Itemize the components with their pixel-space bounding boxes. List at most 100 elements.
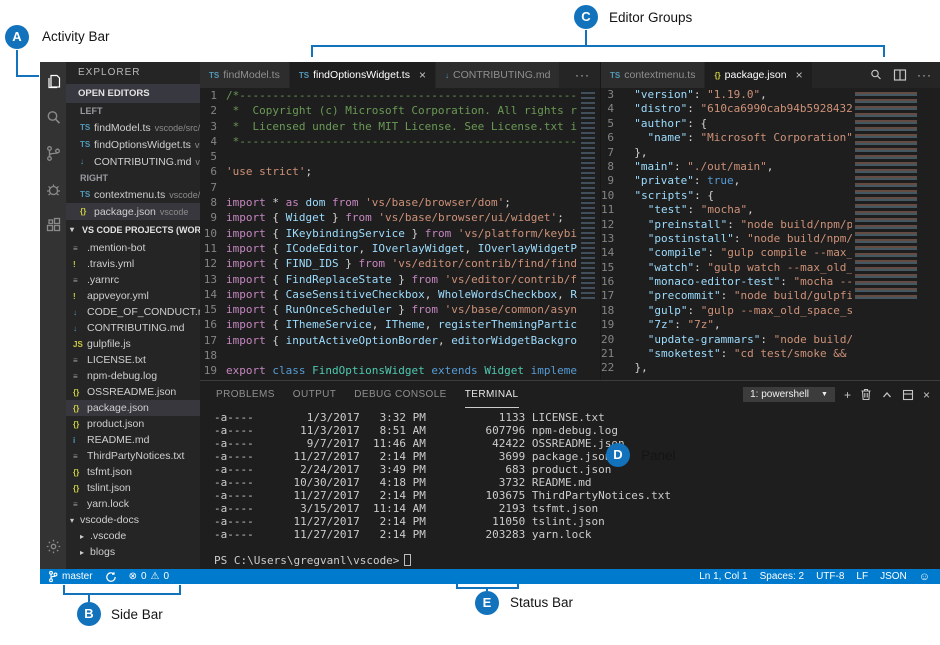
editor-tab[interactable]: TScontextmenu.ts [601, 62, 705, 88]
panel-tab-problems[interactable]: PROBLEMS [216, 382, 275, 408]
status-item[interactable]: Ln 1, Col 1 [699, 571, 747, 582]
file-item[interactable]: ≡LICENSE.txt [66, 352, 200, 368]
line-text: * Licensed under the MIT License. See Li… [226, 119, 577, 134]
file-name: yarn.lock [87, 498, 129, 510]
status-item[interactable]: UTF-8 [816, 571, 844, 582]
file-item[interactable]: ≡.yarnrc [66, 272, 200, 288]
code-token: } [392, 273, 412, 286]
file-item[interactable]: !.travis.yml [66, 256, 200, 272]
find-icon[interactable] [869, 68, 883, 82]
file-item[interactable]: TScontextmenu.tsvscode/src/... [66, 186, 200, 203]
code-editor-1[interactable]: 1/*-------------------------------------… [200, 88, 578, 380]
folder-item[interactable]: ▾vscode-docs [66, 512, 200, 528]
file-type-icon: TS [80, 123, 94, 132]
terminal[interactable]: -a---- 1/3/2017 3:32 PM 1133 LICENSE.txt… [214, 411, 936, 567]
code-token: RunOnceScheduler [286, 303, 392, 316]
file-item[interactable]: {}tsfmt.json [66, 464, 200, 480]
code-editor-2[interactable]: 3 "version": "1.19.0",4 "distro": "610ca… [601, 88, 852, 380]
editor-tab[interactable]: TSfindModel.ts [200, 62, 290, 88]
panel-layout-icon[interactable] [902, 389, 914, 401]
close-panel-icon[interactable]: × [923, 389, 930, 401]
file-item[interactable]: {}package.jsonvscode [66, 203, 200, 220]
file-item[interactable]: ≡.mention-bot [66, 240, 200, 256]
file-item[interactable]: !appveyor.yml [66, 288, 200, 304]
feedback-smiley-icon[interactable]: ☺ [919, 571, 930, 583]
file-item[interactable]: ↓CONTRIBUTING.md [66, 320, 200, 336]
file-item[interactable]: {}product.json [66, 416, 200, 432]
source-control-icon[interactable] [40, 138, 66, 168]
code-line: 14import { CaseSensitiveCheckbox, WholeW… [200, 287, 578, 302]
line-number: 14 [200, 287, 226, 302]
more-actions-icon[interactable]: ··· [917, 68, 932, 82]
new-terminal-icon[interactable]: + [844, 389, 851, 401]
file-path: vscode/src/... [169, 190, 200, 200]
file-item[interactable]: TSfindModel.tsvscode/src/vs/... [66, 119, 200, 136]
file-type-icon: ! [73, 292, 87, 301]
panel-tab-output[interactable]: OUTPUT [293, 382, 337, 408]
debug-icon[interactable] [40, 174, 66, 204]
file-item[interactable]: ↓CONTRIBUTING.mdvscode [66, 153, 200, 170]
file-item[interactable]: {}package.json [66, 400, 200, 416]
code-token [621, 189, 634, 202]
editor-tab[interactable]: TSfindOptionsWidget.ts× [290, 62, 436, 88]
panel-tab-debug-console[interactable]: DEBUG CONSOLE [354, 382, 446, 408]
terminal-shell-select[interactable]: 1: powershell ▼ [743, 387, 835, 402]
minimap-2[interactable] [852, 88, 940, 380]
file-item[interactable]: JSgulpfile.js [66, 336, 200, 352]
code-token: { [266, 273, 286, 286]
editor-tab[interactable]: ↓CONTRIBUTING.md [436, 62, 560, 88]
file-item[interactable]: ≡yarn.lock [66, 496, 200, 512]
code-token: } [405, 227, 425, 240]
code-token: "node build/npm/preinstal [740, 218, 852, 231]
code-token: 'vs/platform/keybi [451, 227, 577, 240]
file-item[interactable]: ≡ThirdPartyNotices.txt [66, 448, 200, 464]
folder-item[interactable]: ▸.vscode [66, 528, 200, 544]
code-token: import [226, 288, 266, 301]
file-item[interactable]: ↓CODE_OF_CONDUCT.md [66, 304, 200, 320]
editor-group-1: TSfindModel.tsTSfindOptionsWidget.ts×↓CO… [200, 62, 600, 380]
annotation-badge-b: B [77, 602, 101, 626]
terminal-line: -a---- 1/3/2017 3:32 PM 1133 LICENSE.txt [214, 411, 936, 424]
line-number: 18 [200, 348, 226, 363]
code-token: 'vs/editor/contrib/f [438, 273, 577, 286]
file-item[interactable]: {}tslint.json [66, 480, 200, 496]
code-token: 'vs/editor/contrib/find/find [385, 257, 577, 270]
line-number: 10 [200, 226, 226, 241]
explorer-icon[interactable] [40, 66, 66, 96]
file-item[interactable]: TSfindOptionsWidget.tsvsco... [66, 136, 200, 153]
file-item[interactable]: {}OSSREADME.json [66, 384, 200, 400]
file-name: package.json [94, 206, 156, 218]
panel-tab-terminal[interactable]: TERMINAL [465, 382, 519, 408]
split-editor-icon[interactable] [893, 68, 907, 82]
tab-label: CONTRIBUTING.md [453, 69, 550, 81]
problems-indicator[interactable]: ⊗ 0 ⚠ 0 [129, 571, 169, 582]
git-branch-indicator[interactable]: master [48, 570, 93, 583]
minimap-1[interactable] [578, 88, 600, 380]
file-item[interactable]: ≡npm-debug.log [66, 368, 200, 384]
folder-item[interactable]: ▸blogs [66, 544, 200, 560]
more-tabs-icon[interactable]: ··· [565, 62, 600, 88]
sync-indicator[interactable] [105, 571, 117, 583]
tab-bar-group-1: TSfindModel.tsTSfindOptionsWidget.ts×↓CO… [200, 62, 600, 88]
open-editors-header[interactable]: OPEN EDITORS [66, 84, 200, 103]
tab-close-icon[interactable]: × [419, 68, 426, 82]
editor-tab[interactable]: {}package.json× [705, 62, 812, 88]
file-name: ThirdPartyNotices.txt [87, 450, 184, 462]
maximize-panel-icon[interactable] [881, 389, 893, 401]
code-token: "private" [634, 174, 694, 187]
workspace-header[interactable]: ▾ VS CODE PROJECTS (WORKSPACE) [66, 220, 200, 240]
kill-terminal-icon[interactable] [860, 388, 872, 401]
tab-close-icon[interactable]: × [796, 68, 803, 82]
code-token: 'vs/base/browser/dom' [359, 196, 505, 209]
code-line: 14 "compile": "gulp compile --max_old_sp… [601, 246, 852, 260]
line-number: 19 [601, 318, 621, 332]
status-item[interactable]: LF [856, 571, 868, 582]
status-item[interactable]: Spaces: 2 [760, 571, 804, 582]
status-item[interactable]: JSON [880, 571, 907, 582]
search-icon[interactable] [40, 102, 66, 132]
file-item[interactable]: iREADME.md [66, 432, 200, 448]
settings-gear-icon[interactable] [40, 531, 66, 561]
code-token: : [687, 102, 700, 115]
extensions-icon[interactable] [40, 210, 66, 240]
chevron-right-icon: ▸ [80, 548, 90, 557]
